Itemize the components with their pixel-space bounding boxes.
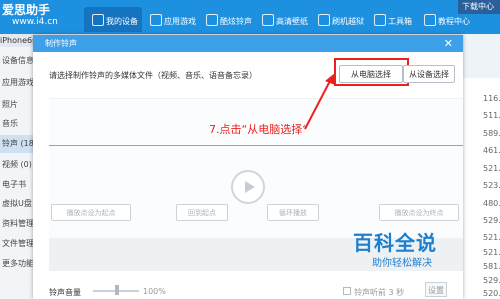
- file-size: 581.1: [483, 262, 500, 271]
- tab-apps-games[interactable]: 应用游戏: [142, 7, 198, 32]
- sidebar-item-ringtones[interactable]: 铃声 (18): [0, 135, 33, 153]
- close-icon[interactable]: ✕: [444, 35, 453, 52]
- file-size: 521.4: [483, 248, 500, 257]
- file-size: 116.4: [483, 94, 500, 103]
- file-size: 529.4: [483, 276, 500, 285]
- box-icon: [318, 14, 330, 26]
- app-logo: 爱思助手 www.i4.cn: [2, 0, 76, 34]
- sidebar-item-photos[interactable]: 照片: [0, 96, 33, 114]
- play-button[interactable]: [231, 170, 265, 204]
- file-size: 589.1: [483, 129, 500, 138]
- set-start-button[interactable]: 播放点设为起点: [51, 204, 131, 221]
- file-size: 523.2: [483, 181, 500, 190]
- settings-button[interactable]: 设置: [425, 282, 447, 297]
- file-size: 521.4: [483, 233, 500, 242]
- sidebar-item-videos[interactable]: 视频 (0): [0, 156, 33, 174]
- toolbox-icon: [374, 14, 386, 26]
- step-annotation: 7.点击“从电脑选择”: [209, 123, 308, 136]
- file-size: 480.9: [483, 199, 500, 208]
- apps-icon: [150, 14, 162, 26]
- file-size: 461.6: [483, 146, 500, 155]
- device-icon: [92, 14, 104, 26]
- sidebar-item-file-manage[interactable]: 文件管理: [0, 235, 33, 253]
- tab-my-device[interactable]: 我的设备: [84, 7, 142, 32]
- sidebar-item-virtual-udisk[interactable]: 虚拟U盘: [0, 195, 33, 213]
- play-icon: [245, 181, 255, 193]
- select-from-device-button[interactable]: 从设备选择: [403, 65, 455, 83]
- bell-icon: [206, 14, 218, 26]
- volume-label: 铃声音量: [49, 288, 81, 297]
- watermark-subtitle: 助你轻松解决: [372, 258, 432, 269]
- download-center-button[interactable]: 下载中心: [458, 0, 500, 14]
- book-icon: [424, 14, 436, 26]
- sidebar-item-ebooks[interactable]: 电子书: [0, 176, 33, 194]
- logo-title: 爱思助手: [2, 3, 51, 17]
- loop-play-button[interactable]: 循环播放: [267, 204, 319, 221]
- volume-slider-handle[interactable]: [115, 285, 119, 295]
- waveform-line: [49, 145, 463, 146]
- set-end-button[interactable]: 播放点设为终点: [379, 204, 459, 221]
- back-to-start-button[interactable]: 回到起点: [176, 204, 228, 221]
- preview-checkbox[interactable]: [343, 287, 351, 295]
- select-from-computer-button[interactable]: 从电脑选择: [339, 65, 403, 83]
- dialog-title: 制作铃声: [33, 35, 463, 52]
- volume-value: 100%: [143, 287, 166, 296]
- file-size: 511.2: [483, 111, 500, 120]
- tab-toolbox[interactable]: 工具箱: [366, 7, 416, 32]
- watermark-title: 百科全说: [353, 231, 437, 255]
- tab-ringtones[interactable]: 酷炫铃声: [198, 7, 254, 32]
- image-icon: [262, 14, 274, 26]
- file-size: 529.4: [483, 216, 500, 225]
- sidebar-item-device-info[interactable]: 设备信息: [0, 52, 33, 70]
- instruction-text: 请选择制作铃声的多媒体文件（视频、音乐、语音备忘录）: [49, 71, 257, 80]
- tab-flash-jailbreak[interactable]: 刷机越狱: [310, 7, 366, 32]
- device-name: iPhone6s: [0, 34, 34, 47]
- sidebar-item-music[interactable]: 音乐: [0, 115, 33, 133]
- sidebar-item-more[interactable]: 更多功能: [0, 255, 33, 273]
- sidebar-item-apps[interactable]: 应用游戏: [0, 74, 33, 92]
- file-size: 520.9: [483, 289, 500, 298]
- file-size: 521.4: [483, 164, 500, 173]
- logo-url: www.i4.cn: [12, 17, 58, 27]
- tab-wallpapers[interactable]: 高清壁纸: [254, 7, 310, 32]
- sidebar: iPhone6s 设备信息 应用游戏 照片 音乐 铃声 (18) 视频 (0) …: [0, 34, 34, 299]
- top-navigation-bar: 爱思助手 www.i4.cn 我的设备 应用游戏 酷炫铃声 高清壁纸 刷机越狱 …: [0, 0, 500, 34]
- sidebar-item-data-manage[interactable]: 资料管理: [0, 215, 33, 233]
- preview-label: 铃声听前 3 秒: [354, 288, 405, 297]
